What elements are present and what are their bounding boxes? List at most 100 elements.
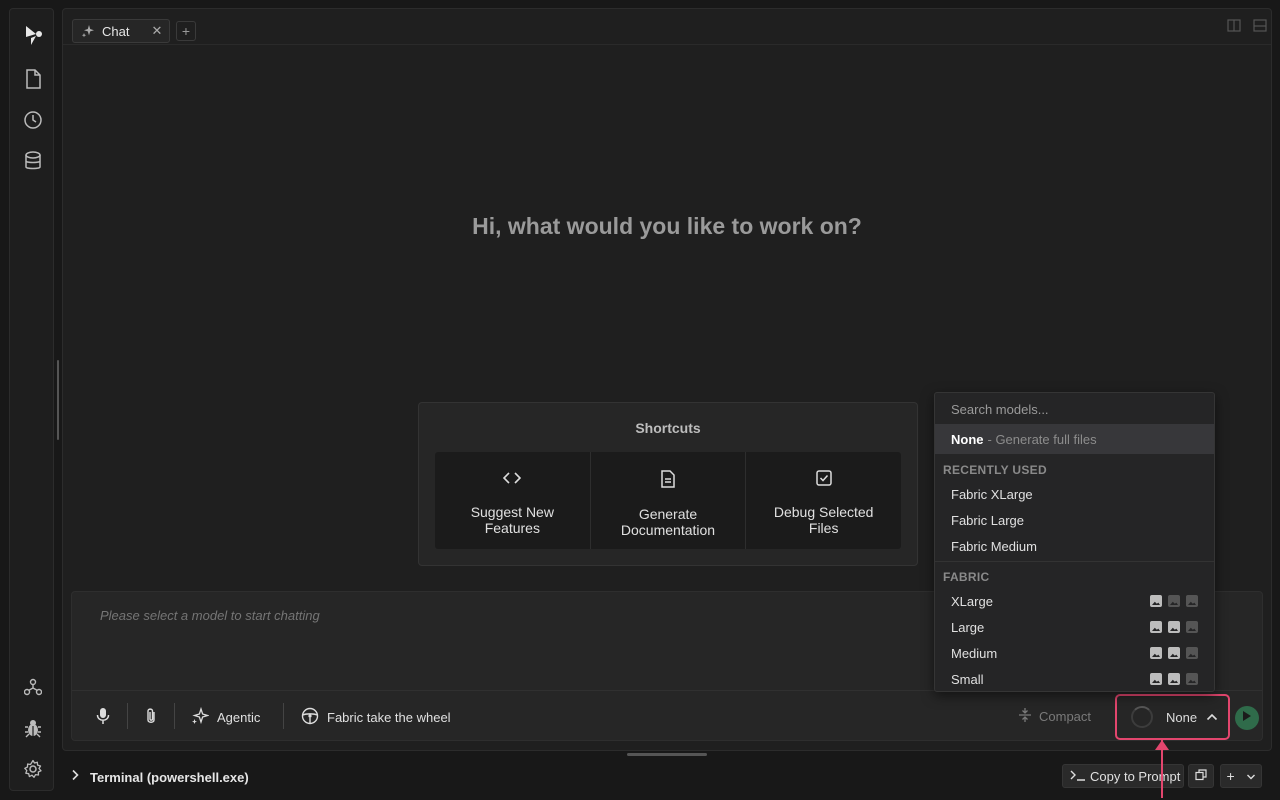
microphone-button[interactable] — [96, 706, 110, 728]
tab-chat[interactable]: Chat ✕ — [72, 19, 170, 43]
panel-layout-icon[interactable] — [1253, 19, 1267, 33]
files-icon[interactable] — [10, 61, 55, 97]
capability-icons — [1150, 673, 1198, 685]
take-the-wheel-label: Fabric take the wheel — [327, 709, 451, 725]
gallery-icon — [1186, 595, 1198, 607]
shortcut-generate-docs[interactable]: Generate Documentation — [591, 452, 747, 549]
fabric-model-item[interactable]: Large — [935, 614, 1214, 640]
compress-icon — [1018, 707, 1032, 726]
toolbar-divider — [127, 703, 128, 729]
toolbar-divider — [283, 703, 284, 729]
send-button[interactable] — [1235, 706, 1259, 730]
microphone-icon — [96, 707, 110, 728]
model-name: Large — [951, 619, 985, 635]
sparkle-icon — [81, 24, 95, 38]
capability-icons — [1150, 647, 1198, 659]
capability-icons — [1150, 621, 1198, 633]
terminal-prompt-icon — [1070, 769, 1086, 784]
shortcuts-panel: Shortcuts Suggest New Features Generate … — [418, 402, 918, 566]
toolbar-divider — [174, 703, 175, 729]
annotation-arrow-head — [1155, 740, 1169, 750]
shortcuts-title: Shortcuts — [635, 420, 701, 436]
video-icon — [1168, 595, 1180, 607]
terminal-toggle[interactable]: Terminal (powershell.exe) — [70, 768, 249, 786]
attach-button[interactable] — [144, 706, 158, 728]
shortcut-debug-files[interactable]: Debug Selected Files — [746, 452, 901, 549]
database-icon[interactable] — [10, 143, 55, 179]
shortcut-label: Generate Documentation — [620, 506, 716, 538]
play-icon — [1242, 709, 1252, 727]
video-icon — [1168, 621, 1180, 633]
shortcuts-row: Suggest New Features Generate Documentat… — [435, 452, 901, 549]
checkbox-icon — [815, 470, 832, 491]
fabric-model-item[interactable]: XLarge — [935, 588, 1214, 614]
copy-to-prompt-button[interactable]: Copy to Prompt — [1062, 764, 1184, 788]
model-selector-label: None — [1166, 709, 1198, 725]
logo-icon[interactable] — [10, 17, 55, 53]
copy-button[interactable] — [1188, 764, 1214, 788]
model-dropdown: None - Generate full files RECENTLY USED… — [934, 392, 1215, 692]
chevron-down-icon — [1246, 768, 1256, 784]
image-icon — [1150, 595, 1162, 607]
copy-icon — [1195, 768, 1207, 784]
compact-button[interactable]: Compact — [1018, 707, 1091, 726]
take-the-wheel-button[interactable]: Fabric take the wheel — [301, 706, 451, 728]
tab-chat-label: Chat — [102, 23, 130, 39]
fabric-model-item[interactable]: Small — [935, 666, 1214, 691]
recent-model-item[interactable]: Fabric Large — [935, 507, 1214, 533]
document-icon — [660, 470, 676, 493]
gallery-icon — [1186, 673, 1198, 685]
model-name: XLarge — [951, 593, 993, 609]
model-option-none[interactable]: None - Generate full files — [935, 424, 1214, 454]
recent-model-item[interactable]: Fabric XLarge — [935, 481, 1214, 507]
graph-icon[interactable] — [10, 669, 55, 705]
chat-input[interactable] — [100, 608, 920, 623]
gallery-icon — [1186, 647, 1198, 659]
tab-bar: Chat ✕ + — [63, 9, 1271, 45]
model-search-input[interactable] — [935, 393, 1214, 425]
model-option-name: None — [951, 431, 984, 447]
sidebar-resize-handle[interactable] — [57, 360, 59, 440]
recently-used-header: RECENTLY USED — [943, 463, 1047, 477]
model-name: Small — [951, 671, 984, 687]
sparkle-icon — [191, 706, 210, 728]
settings-gear-icon[interactable] — [10, 751, 55, 787]
image-icon — [1150, 647, 1162, 659]
history-icon[interactable] — [10, 102, 55, 138]
terminal-bar: Terminal (powershell.exe) Copy to Prompt… — [62, 760, 1272, 792]
close-icon[interactable]: ✕ — [149, 23, 165, 39]
capability-icons — [1150, 595, 1198, 607]
new-tab-button[interactable]: + — [176, 21, 196, 41]
steering-wheel-icon — [301, 707, 319, 728]
split-view-icon[interactable] — [1227, 19, 1241, 33]
app-root: Chat ✕ + Hi, what would you like to work… — [0, 0, 1280, 800]
image-icon — [1150, 673, 1162, 685]
chevron-right-icon — [70, 768, 80, 786]
shortcut-suggest-features[interactable]: Suggest New Features — [435, 452, 591, 549]
bug-icon[interactable] — [10, 710, 55, 746]
agentic-button[interactable]: Agentic — [191, 706, 260, 728]
panel-resize-handle[interactable] — [627, 753, 707, 756]
agentic-label: Agentic — [217, 709, 261, 725]
chevron-up-icon — [1206, 712, 1218, 722]
code-icon — [503, 470, 522, 491]
model-option-description: - Generate full files — [987, 431, 1097, 447]
shortcut-label: Suggest New Features — [470, 504, 554, 536]
greeting-heading: Hi, what would you like to work on? — [472, 213, 862, 239]
model-name: Medium — [951, 645, 998, 661]
loading-spinner-icon — [1131, 706, 1153, 728]
model-selector[interactable]: None — [1115, 694, 1230, 740]
terminal-title: Terminal (powershell.exe) — [90, 769, 249, 785]
fabric-model-item[interactable]: Medium — [935, 640, 1214, 666]
video-icon — [1168, 647, 1180, 659]
paperclip-icon — [144, 707, 158, 728]
chat-toolbar: Agentic Fabric take the wheel Compact No… — [72, 690, 1262, 742]
image-icon — [1150, 621, 1162, 633]
shortcut-label: Debug Selected Files — [773, 504, 874, 536]
new-terminal-button[interactable]: + — [1220, 764, 1262, 788]
activity-bar — [9, 8, 54, 791]
dropdown-divider — [935, 561, 1214, 562]
compact-label: Compact — [1039, 709, 1092, 724]
copy-to-prompt-label: Copy to Prompt — [1090, 768, 1181, 784]
recent-model-item[interactable]: Fabric Medium — [935, 533, 1214, 559]
